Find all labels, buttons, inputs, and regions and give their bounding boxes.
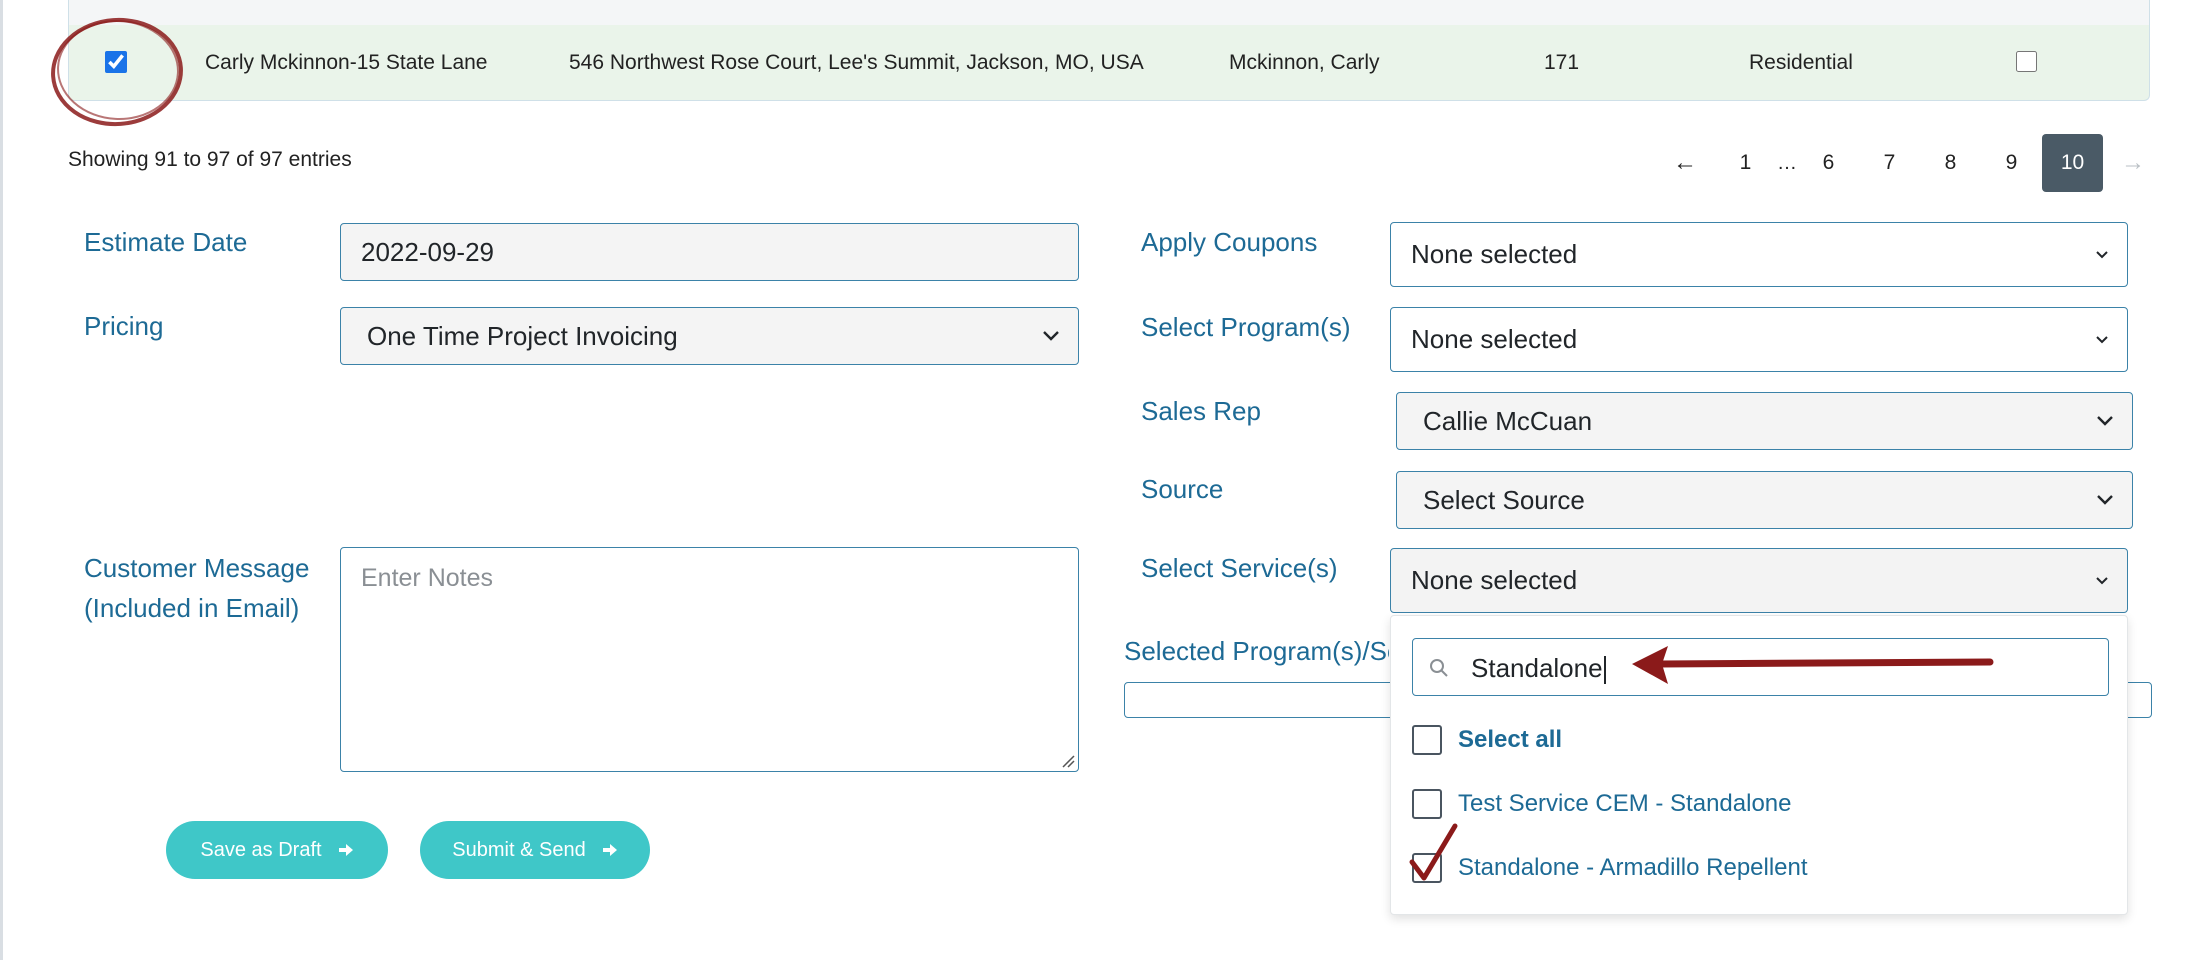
option-test-service-cem-standalone[interactable]: Test Service CEM - Standalone (1412, 784, 1791, 824)
save-as-draft-button[interactable]: Save as Draft (166, 821, 388, 879)
resize-grip-icon[interactable] (1061, 754, 1075, 768)
option-select-all[interactable]: Select all (1412, 720, 1562, 760)
services-search-input[interactable]: Standalone (1412, 638, 2109, 696)
row-end-checkbox[interactable] (2016, 51, 2037, 72)
chevron-down-icon (2096, 335, 2108, 343)
row-address: 546 Northwest Rose Court, Lee's Summit, … (569, 51, 1144, 74)
estimate-date-value: 2022-09-29 (361, 236, 494, 267)
row-select-checkbox[interactable] (105, 51, 127, 73)
select-programs-value: None selected (1411, 324, 1578, 354)
pagination-page[interactable]: 8 (1920, 134, 1981, 192)
row-property-type: Residential (1749, 51, 1853, 74)
entries-info: Showing 91 to 97 of 97 entries (68, 148, 352, 171)
select-services-select[interactable]: None selected (1390, 548, 2128, 613)
row-customer: Mckinnon, Carly (1229, 51, 1380, 74)
row-property-name: Carly Mckinnon-15 State Lane (205, 51, 488, 74)
source-label: Source (1141, 474, 1224, 504)
sales-rep-select[interactable]: Callie McCuan (1396, 392, 2133, 450)
customer-message-label: Customer Message (84, 553, 310, 583)
chevron-down-icon (2096, 250, 2108, 258)
pagination-page[interactable]: 6 (1798, 134, 1859, 192)
option-checkbox[interactable] (1412, 725, 1442, 755)
option-label: Standalone - Armadillo Repellent (1458, 854, 1808, 881)
chevron-down-icon (2097, 495, 2113, 505)
sales-rep-label: Sales Rep (1141, 396, 1261, 426)
pricing-label: Pricing (84, 311, 164, 341)
apply-coupons-label: Apply Coupons (1141, 227, 1318, 257)
pricing-select[interactable]: One Time Project Invoicing (340, 307, 1079, 365)
apply-coupons-value: None selected (1411, 239, 1578, 269)
select-programs-select[interactable]: None selected (1390, 307, 2128, 372)
option-label: Test Service CEM - Standalone (1458, 790, 1792, 817)
apply-coupons-select[interactable]: None selected (1390, 222, 2128, 287)
submit-and-send-label: Submit & Send (452, 838, 586, 861)
services-search-text: Standalone (1471, 639, 1606, 697)
select-services-value: None selected (1411, 565, 1578, 595)
option-checkbox[interactable] (1412, 789, 1442, 819)
select-services-label: Select Service(s) (1141, 553, 1338, 583)
row-number: 171 (1544, 51, 1580, 74)
estimate-date-label: Estimate Date (84, 227, 248, 257)
source-value: Select Source (1423, 484, 1585, 515)
pagination-page[interactable]: 9 (1981, 134, 2042, 192)
chevron-down-icon (2097, 416, 2113, 426)
services-dropdown-menu: Standalone Select all Test Service CEM -… (1390, 615, 2128, 915)
pagination-page[interactable]: 1 (1715, 134, 1776, 192)
customer-message-textarea[interactable]: Enter Notes (340, 547, 1079, 772)
select-programs-label: Select Program(s) (1141, 312, 1351, 342)
save-as-draft-label: Save as Draft (200, 838, 322, 861)
option-label: Select all (1458, 726, 1563, 753)
submit-and-send-button[interactable]: Submit & Send (420, 821, 650, 879)
customer-message-sublabel: (Included in Email) (84, 593, 300, 623)
chevron-down-icon (2096, 576, 2108, 584)
option-checkbox[interactable] (1412, 853, 1442, 883)
arrow-right-icon (602, 844, 617, 856)
customer-message-placeholder: Enter Notes (361, 564, 494, 592)
source-select[interactable]: Select Source (1396, 471, 2133, 529)
selected-programs-label: Selected Program(s)/Se (1124, 636, 1389, 666)
pagination: ← 1 … 6 7 8 9 10 → (1655, 134, 2163, 192)
chevron-down-icon (1043, 331, 1059, 341)
pagination-prev[interactable]: ← (1655, 134, 1715, 192)
pagination-page-active[interactable]: 10 (2042, 134, 2103, 192)
page-left-edge (0, 0, 3, 960)
table-row[interactable]: Carly Mckinnon-15 State Lane 546 Northwe… (68, 25, 2150, 101)
pagination-ellipsis: … (1777, 151, 1797, 174)
pagination-next[interactable]: → (2103, 134, 2163, 192)
pricing-value: One Time Project Invoicing (367, 320, 678, 351)
pagination-page[interactable]: 7 (1859, 134, 1920, 192)
table-row-above (68, 0, 2150, 25)
option-standalone-armadillo-repellent[interactable]: Standalone - Armadillo Repellent (1412, 848, 1808, 888)
sales-rep-value: Callie McCuan (1423, 405, 1593, 436)
arrow-right-icon (338, 844, 353, 856)
search-icon (1430, 659, 1448, 677)
estimate-date-field[interactable]: 2022-09-29 (340, 223, 1079, 281)
